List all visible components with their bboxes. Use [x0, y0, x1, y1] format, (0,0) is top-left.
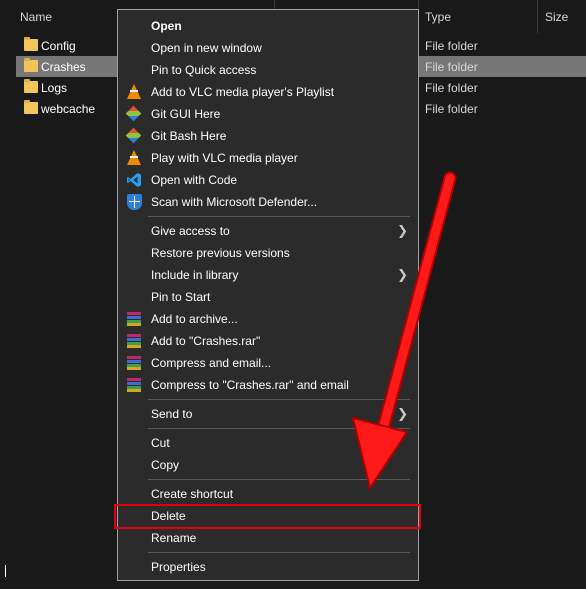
- menu-item-cut[interactable]: Cut: [118, 432, 418, 454]
- menu-item-label: Play with VLC media player: [151, 151, 298, 165]
- vlc-cone-icon: [126, 84, 143, 100]
- menu-item-open-new-window[interactable]: Open in new window: [118, 37, 418, 59]
- file-name: webcache: [41, 102, 96, 116]
- column-header-name[interactable]: Name: [20, 10, 52, 24]
- menu-separator: [148, 552, 410, 553]
- menu-item-properties[interactable]: Properties: [118, 556, 418, 578]
- menu-item-label: Send to: [151, 407, 193, 421]
- chevron-right-icon: ❯: [397, 223, 408, 238]
- file-type: File folder: [425, 81, 478, 95]
- menu-item-label: Pin to Quick access: [151, 63, 257, 77]
- file-type: File folder: [425, 102, 478, 116]
- menu-item-include-library[interactable]: Include in library ❯: [118, 264, 418, 286]
- menu-item-vlc-play[interactable]: Play with VLC media player: [118, 147, 418, 169]
- folder-icon: [24, 37, 38, 51]
- defender-shield-icon: [126, 194, 143, 210]
- chevron-right-icon: ❯: [397, 267, 408, 282]
- menu-item-label: Restore previous versions: [151, 246, 290, 260]
- menu-separator: [148, 428, 410, 429]
- delete-highlight-box: [114, 504, 421, 529]
- menu-item-pin-quick-access[interactable]: Pin to Quick access: [118, 59, 418, 81]
- file-name: Logs: [41, 81, 68, 95]
- column-divider[interactable]: [537, 0, 538, 33]
- menu-item-defender-scan[interactable]: Scan with Microsoft Defender...: [118, 191, 418, 213]
- menu-item-send-to[interactable]: Send to ❯: [118, 403, 418, 425]
- winrar-icon: [126, 333, 143, 349]
- menu-item-label: Add to "Crashes.rar": [151, 334, 261, 348]
- vlc-cone-icon: [126, 150, 143, 166]
- winrar-icon: [126, 377, 143, 393]
- menu-item-add-rar[interactable]: Add to "Crashes.rar": [118, 330, 418, 352]
- git-icon: [125, 127, 143, 144]
- menu-separator: [148, 399, 410, 400]
- menu-item-open[interactable]: Open: [118, 15, 418, 37]
- menu-item-label: Give access to: [151, 224, 230, 238]
- menu-item-add-archive[interactable]: Add to archive...: [118, 308, 418, 330]
- menu-item-pin-start[interactable]: Pin to Start: [118, 286, 418, 308]
- folder-icon: [24, 58, 38, 72]
- menu-item-label: Add to VLC media player's Playlist: [151, 85, 335, 99]
- menu-item-label: Compress and email...: [151, 356, 272, 370]
- menu-item-label: Git GUI Here: [151, 107, 221, 121]
- file-name: Config: [41, 39, 76, 53]
- column-header-size[interactable]: Size: [545, 10, 568, 24]
- menu-item-git-gui[interactable]: Git GUI Here: [118, 103, 418, 125]
- column-header-type[interactable]: Type: [425, 10, 451, 24]
- menu-item-label: Copy: [151, 458, 180, 472]
- menu-item-open-with-code[interactable]: Open with Code: [118, 169, 418, 191]
- menu-item-rename[interactable]: Rename: [118, 527, 418, 549]
- menu-item-create-shortcut[interactable]: Create shortcut: [118, 483, 418, 505]
- menu-item-label: Open: [151, 19, 182, 33]
- menu-item-copy[interactable]: Copy: [118, 454, 418, 476]
- git-icon: [125, 105, 143, 122]
- file-type: File folder: [425, 39, 478, 53]
- menu-separator: [148, 479, 410, 480]
- menu-item-label: Rename: [151, 531, 197, 545]
- menu-item-label: Create shortcut: [151, 487, 234, 501]
- menu-item-label: Open with Code: [151, 173, 238, 187]
- menu-item-label: Cut: [151, 436, 170, 450]
- menu-item-label: Include in library: [151, 268, 239, 282]
- menu-item-git-bash[interactable]: Git Bash Here: [118, 125, 418, 147]
- context-menu: Open Open in new window Pin to Quick acc…: [117, 9, 419, 581]
- menu-item-label: Pin to Start: [151, 290, 211, 304]
- winrar-icon: [126, 355, 143, 371]
- menu-item-restore-versions[interactable]: Restore previous versions: [118, 242, 418, 264]
- chevron-right-icon: ❯: [397, 406, 408, 421]
- menu-item-compress-rar-email[interactable]: Compress to "Crashes.rar" and email: [118, 374, 418, 396]
- folder-icon: [24, 79, 38, 93]
- text-caret: [5, 565, 6, 577]
- menu-separator: [148, 216, 410, 217]
- winrar-icon: [126, 311, 143, 327]
- menu-item-compress-email[interactable]: Compress and email...: [118, 352, 418, 374]
- vscode-icon: [126, 172, 143, 188]
- file-type: File folder: [425, 60, 478, 74]
- menu-item-label: Git Bash Here: [151, 129, 227, 143]
- menu-item-label: Scan with Microsoft Defender...: [151, 195, 318, 209]
- menu-item-vlc-add-playlist[interactable]: Add to VLC media player's Playlist: [118, 81, 418, 103]
- menu-item-give-access[interactable]: Give access to ❯: [118, 220, 418, 242]
- folder-icon: [24, 100, 38, 114]
- file-name: Crashes: [41, 60, 86, 74]
- menu-item-label: Open in new window: [151, 41, 262, 55]
- menu-item-label: Compress to "Crashes.rar" and email: [151, 378, 349, 392]
- menu-item-label: Add to archive...: [151, 312, 238, 326]
- menu-item-label: Properties: [151, 560, 206, 574]
